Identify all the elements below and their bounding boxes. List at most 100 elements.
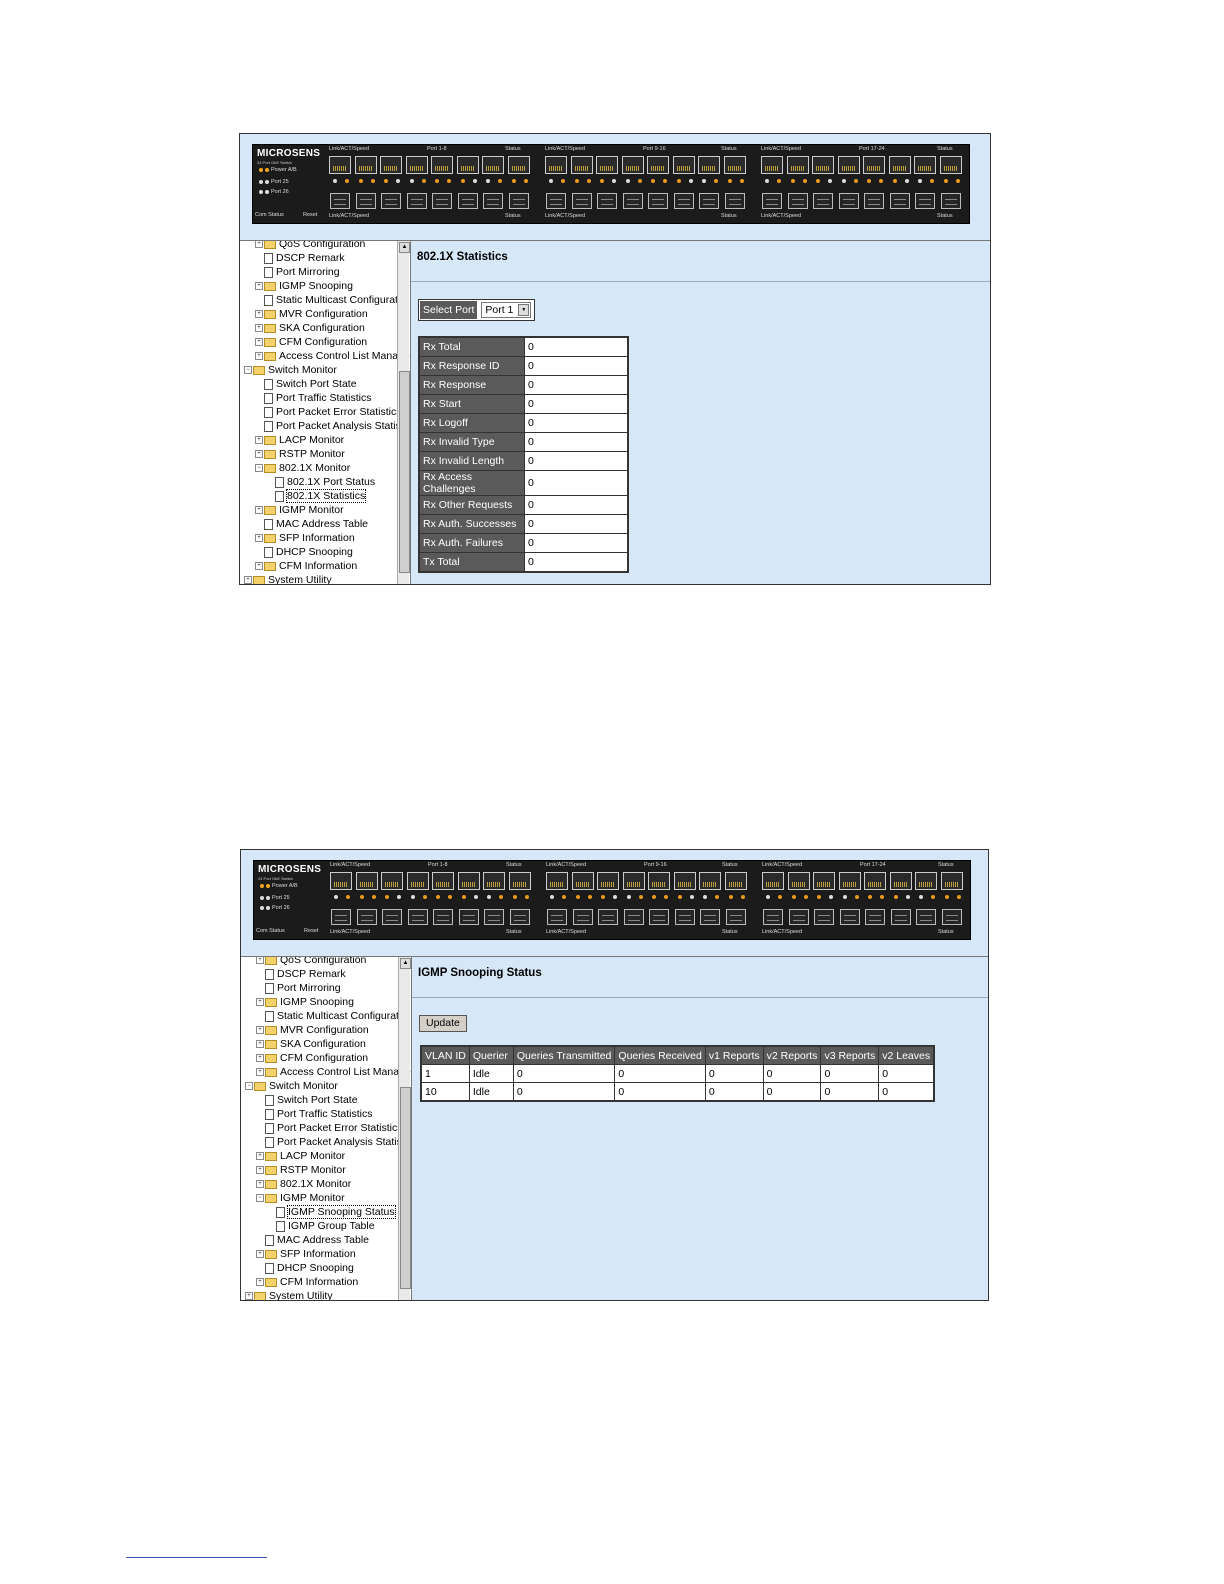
- nav-item[interactable]: 802.1X Statistics: [266, 489, 367, 503]
- nav-item[interactable]: DSCP Remark: [256, 967, 346, 981]
- nav-item[interactable]: IGMP Snooping Status: [267, 1205, 396, 1219]
- nav-item[interactable]: Port Traffic Statistics: [256, 1107, 373, 1121]
- nav-item[interactable]: + System Utility: [245, 1289, 333, 1300]
- nav-item[interactable]: − Switch Monitor: [244, 363, 337, 377]
- nav-item[interactable]: + QoS Configuration: [255, 241, 365, 251]
- scroll-thumb[interactable]: [400, 1087, 411, 1289]
- expand-icon[interactable]: +: [256, 1054, 264, 1063]
- nav-item[interactable]: + LACP Monitor: [256, 1149, 345, 1163]
- port-led-icon: [472, 179, 477, 183]
- expand-icon[interactable]: +: [256, 1250, 264, 1259]
- nav-item[interactable]: + RSTP Monitor: [255, 447, 345, 461]
- nav-item[interactable]: − Switch Monitor: [245, 1079, 338, 1093]
- chevron-down-icon[interactable]: ▼: [518, 304, 530, 316]
- expand-icon[interactable]: +: [256, 957, 264, 965]
- nav-item[interactable]: + SFP Information: [256, 1247, 356, 1261]
- nav-item[interactable]: + RSTP Monitor: [256, 1163, 346, 1177]
- expand-icon[interactable]: +: [255, 310, 263, 319]
- nav-item[interactable]: + SKA Configuration: [255, 321, 365, 335]
- port-led-icon: [868, 895, 872, 899]
- nav-item[interactable]: Port Packet Analysis Statist: [255, 419, 404, 433]
- port-led-icon: [828, 179, 832, 183]
- nav-item[interactable]: + SKA Configuration: [256, 1037, 366, 1051]
- nav-item-label: IGMP Monitor: [279, 504, 344, 516]
- nav-item[interactable]: − 802.1X Monitor: [255, 461, 350, 475]
- expand-icon[interactable]: +: [255, 506, 263, 515]
- nav-item[interactable]: MAC Address Table: [255, 517, 368, 531]
- expand-icon[interactable]: +: [256, 998, 264, 1007]
- nav-item[interactable]: Port Packet Error Statistics: [256, 1121, 402, 1135]
- collapse-icon[interactable]: −: [256, 1194, 264, 1203]
- nav-item[interactable]: + CFM Configuration: [255, 335, 367, 349]
- nav-item[interactable]: + LACP Monitor: [255, 433, 344, 447]
- collapse-icon[interactable]: −: [244, 366, 252, 375]
- expand-icon[interactable]: +: [256, 1026, 264, 1035]
- sfp-port-icon: [355, 193, 376, 209]
- nav-scrollbar[interactable]: ▲: [398, 957, 411, 1300]
- expand-icon[interactable]: +: [255, 436, 263, 445]
- nav-item[interactable]: + CFM Configuration: [256, 1051, 368, 1065]
- nav-item[interactable]: + MVR Configuration: [256, 1023, 369, 1037]
- expand-icon[interactable]: +: [256, 1152, 264, 1161]
- nav-item[interactable]: Static Multicast Configuratio: [255, 293, 406, 307]
- brand-logo: MICROSENS: [258, 864, 322, 875]
- port-led-icon: [677, 895, 682, 899]
- nav-item[interactable]: + Access Control List Manage: [255, 349, 410, 363]
- expand-icon[interactable]: +: [256, 1040, 264, 1049]
- expand-icon[interactable]: +: [255, 324, 263, 333]
- nav-item[interactable]: DHCP Snooping: [256, 1261, 354, 1275]
- expand-icon[interactable]: +: [255, 282, 263, 291]
- expand-icon[interactable]: +: [255, 241, 263, 249]
- scroll-thumb[interactable]: [399, 371, 410, 573]
- nav-item[interactable]: − IGMP Monitor: [256, 1191, 345, 1205]
- nav-item[interactable]: Port Packet Analysis Statist: [256, 1135, 405, 1149]
- expand-icon[interactable]: +: [256, 1180, 264, 1189]
- expand-icon[interactable]: +: [255, 562, 263, 571]
- nav-item[interactable]: IGMP Group Table: [267, 1219, 375, 1233]
- nav-item[interactable]: + IGMP Snooping: [256, 995, 354, 1009]
- port-select[interactable]: Port 1 ▼: [481, 302, 532, 318]
- nav-item[interactable]: + System Utility: [244, 573, 332, 584]
- nav-scrollbar[interactable]: ▲: [397, 241, 410, 584]
- nav-item[interactable]: + IGMP Snooping: [255, 279, 353, 293]
- nav-item[interactable]: + CFM Information: [256, 1275, 358, 1289]
- port-led-icon: [499, 895, 503, 899]
- expand-icon[interactable]: +: [245, 1292, 253, 1300]
- nav-item[interactable]: + SFP Information: [255, 531, 355, 545]
- collapse-icon[interactable]: −: [255, 464, 263, 473]
- rj45-port-icon: [570, 156, 593, 174]
- expand-icon[interactable]: +: [244, 576, 252, 584]
- expand-icon[interactable]: +: [255, 534, 263, 543]
- expand-icon[interactable]: +: [256, 1166, 264, 1175]
- expand-icon[interactable]: +: [255, 450, 263, 459]
- table-cell: 0: [705, 1065, 763, 1082]
- nav-item[interactable]: Switch Port State: [255, 377, 357, 391]
- collapse-icon[interactable]: −: [245, 1082, 253, 1091]
- scroll-up-icon[interactable]: ▲: [399, 242, 410, 253]
- nav-item[interactable]: DSCP Remark: [255, 251, 345, 265]
- nav-item[interactable]: DHCP Snooping: [255, 545, 353, 559]
- nav-item[interactable]: + QoS Configuration: [256, 957, 366, 967]
- nav-item[interactable]: Port Packet Error Statistics: [255, 405, 401, 419]
- nav-item[interactable]: + IGMP Monitor: [255, 503, 344, 517]
- sfp-port-icon: [787, 193, 808, 209]
- update-button[interactable]: Update: [419, 1015, 467, 1032]
- scroll-up-icon[interactable]: ▲: [400, 958, 411, 969]
- nav-item[interactable]: Static Multicast Configuratio: [256, 1009, 407, 1023]
- expand-icon[interactable]: +: [255, 352, 263, 361]
- folder-icon: [264, 561, 276, 571]
- nav-item-label: Switch Monitor: [268, 364, 337, 376]
- expand-icon[interactable]: +: [256, 1278, 264, 1287]
- expand-icon[interactable]: +: [256, 1068, 264, 1077]
- nav-item[interactable]: + Access Control List Manage: [256, 1065, 411, 1079]
- nav-item[interactable]: Port Mirroring: [255, 265, 340, 279]
- nav-item[interactable]: 802.1X Port Status: [266, 475, 375, 489]
- expand-icon[interactable]: +: [255, 338, 263, 347]
- nav-item[interactable]: + MVR Configuration: [255, 307, 368, 321]
- nav-item[interactable]: Switch Port State: [256, 1093, 358, 1107]
- nav-item[interactable]: +802.1X Monitor: [256, 1177, 351, 1191]
- nav-item[interactable]: + CFM Information: [255, 559, 357, 573]
- nav-item[interactable]: Port Traffic Statistics: [255, 391, 372, 405]
- nav-item[interactable]: MAC Address Table: [256, 1233, 369, 1247]
- nav-item[interactable]: Port Mirroring: [256, 981, 341, 995]
